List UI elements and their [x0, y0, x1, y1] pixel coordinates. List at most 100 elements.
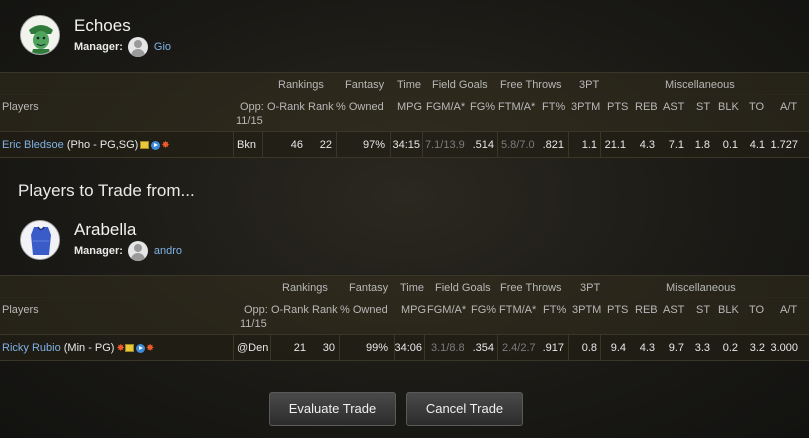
group-field-goals: Field Goals	[435, 282, 491, 294]
blk-value: 0.1	[722, 139, 738, 151]
reb-value: 4.3	[639, 342, 655, 354]
note-icon[interactable]	[140, 141, 150, 150]
ftpct-value: .821	[542, 139, 564, 151]
manager-link[interactable]: Gio	[154, 41, 171, 53]
col-fgpct[interactable]: FG%	[471, 304, 496, 316]
note-icon[interactable]	[124, 344, 134, 353]
group-field-goals: Field Goals	[432, 79, 488, 91]
rank-value: 22	[319, 139, 332, 151]
table-row: Eric Bledsoe (Pho - PG,SG) ✸ Bkn 46 22 9…	[0, 132, 809, 158]
col-fgma[interactable]: FGM/A*	[427, 304, 466, 316]
col-orank[interactable]: O-Rank	[267, 101, 305, 113]
manager-row: Manager: Gio	[74, 37, 171, 57]
group-fantasy: Fantasy	[349, 282, 389, 294]
column-group-row: Rankings Fantasy Time Field Goals Free T…	[0, 276, 809, 298]
col-ato[interactable]: A/T	[780, 304, 797, 316]
ato-value: 3.000	[770, 342, 798, 354]
col-pts[interactable]: PTS	[607, 304, 628, 316]
col-blk[interactable]: BLK	[718, 101, 739, 113]
col-st[interactable]: ST	[696, 101, 710, 113]
opp-value: Bkn	[237, 139, 256, 151]
video-play-icon[interactable]	[135, 343, 145, 353]
col-3ptm[interactable]: 3PTM	[572, 304, 601, 316]
manager-label: Manager:	[74, 41, 123, 53]
manager-row: Manager: andro	[74, 241, 182, 261]
col-ftpct[interactable]: FT%	[542, 101, 565, 113]
col-ftpct[interactable]: FT%	[543, 304, 566, 316]
group-rankings: Rankings	[278, 79, 324, 91]
col-ast[interactable]: AST	[663, 304, 684, 316]
team-logo-icon[interactable]	[20, 15, 60, 55]
player-name-link[interactable]: Eric Bledsoe	[2, 139, 64, 151]
news-burst-icon[interactable]: ✸	[146, 343, 154, 353]
group-rankings: Rankings	[282, 282, 328, 294]
col-rank[interactable]: Rank	[312, 304, 338, 316]
player-name-link[interactable]: Ricky Rubio	[2, 342, 61, 354]
ast-value: 9.7	[668, 342, 684, 354]
manager-label: Manager:	[74, 245, 123, 257]
evaluate-trade-button[interactable]: Evaluate Trade	[269, 392, 396, 426]
col-fgpct[interactable]: FG%	[470, 101, 495, 113]
fgma-value: 7.1/13.9	[425, 139, 465, 151]
video-play-icon[interactable]	[151, 140, 161, 150]
col-to[interactable]: TO	[749, 101, 764, 113]
manager-link[interactable]: andro	[154, 245, 182, 257]
to-value: 4.1	[749, 139, 765, 151]
col-reb[interactable]: REB	[635, 101, 658, 113]
team-name: Echoes	[74, 16, 131, 35]
blk-value: 0.2	[722, 342, 738, 354]
col-ast[interactable]: AST	[663, 101, 684, 113]
col-players[interactable]: Players	[2, 304, 39, 316]
group-time: Time	[397, 79, 422, 91]
col-owned[interactable]: % Owned	[336, 101, 384, 113]
col-ftma[interactable]: FTM/A*	[498, 101, 535, 113]
st-value: 3.3	[694, 342, 710, 354]
col-reb[interactable]: REB	[635, 304, 658, 316]
manager-avatar-icon	[127, 241, 148, 261]
col-mpg[interactable]: MPG	[397, 101, 422, 113]
group-3pt: 3PT	[580, 282, 601, 294]
ftma-value: 2.4/2.7	[502, 342, 536, 354]
orank-value: 46	[290, 139, 303, 151]
cancel-trade-button[interactable]: Cancel Trade	[406, 392, 523, 426]
col-pts[interactable]: PTS	[607, 101, 628, 113]
team-name: Arabella	[74, 220, 137, 239]
ftpct-value: .917	[542, 342, 564, 354]
group-free-throws: Free Throws	[500, 79, 562, 91]
fgma-value: 3.1/8.8	[431, 342, 465, 354]
news-burst-icon[interactable]: ✸	[161, 140, 169, 150]
col-ato[interactable]: A/T	[780, 101, 797, 113]
stats-table-arabella: Rankings Fantasy Time Field Goals Free T…	[0, 275, 809, 361]
news-burst-icon[interactable]: ✸	[116, 343, 124, 353]
col-owned[interactable]: % Owned	[340, 304, 388, 316]
group-fantasy: Fantasy	[345, 79, 385, 91]
reb-value: 4.3	[639, 139, 655, 151]
col-opp: Opp:	[244, 304, 268, 316]
st-value: 1.8	[694, 139, 710, 151]
col-players[interactable]: Players	[2, 101, 39, 113]
col-opp: Opp:	[240, 101, 264, 113]
3ptm-value: 0.8	[581, 342, 597, 354]
pts-value: 9.4	[610, 342, 626, 354]
group-3pt: 3PT	[579, 79, 600, 91]
group-misc: Miscellaneous	[665, 79, 735, 91]
team-header-arabella: Arabella Manager: andro	[0, 203, 809, 273]
col-to[interactable]: TO	[749, 304, 764, 316]
pts-value: 21.1	[604, 139, 626, 151]
col-ftma[interactable]: FTM/A*	[499, 304, 536, 316]
team-logo-icon[interactable]	[20, 220, 60, 260]
col-st[interactable]: ST	[696, 304, 710, 316]
col-orank[interactable]: O-Rank	[271, 304, 309, 316]
group-free-throws: Free Throws	[500, 282, 562, 294]
col-mpg[interactable]: MPG	[401, 304, 426, 316]
col-blk[interactable]: BLK	[718, 304, 739, 316]
to-value: 3.2	[749, 342, 765, 354]
group-time: Time	[400, 282, 425, 294]
table-row: Ricky Rubio (Min - PG) ✸ ✸ @Den 21 30 99…	[0, 335, 809, 361]
col-fgma[interactable]: FGM/A*	[426, 101, 465, 113]
ato-value: 1.727	[770, 139, 798, 151]
col-3ptm[interactable]: 3PTM	[571, 101, 600, 113]
manager-avatar-icon	[127, 37, 148, 57]
col-rank[interactable]: Rank	[308, 101, 334, 113]
orank-value: 21	[293, 342, 306, 354]
